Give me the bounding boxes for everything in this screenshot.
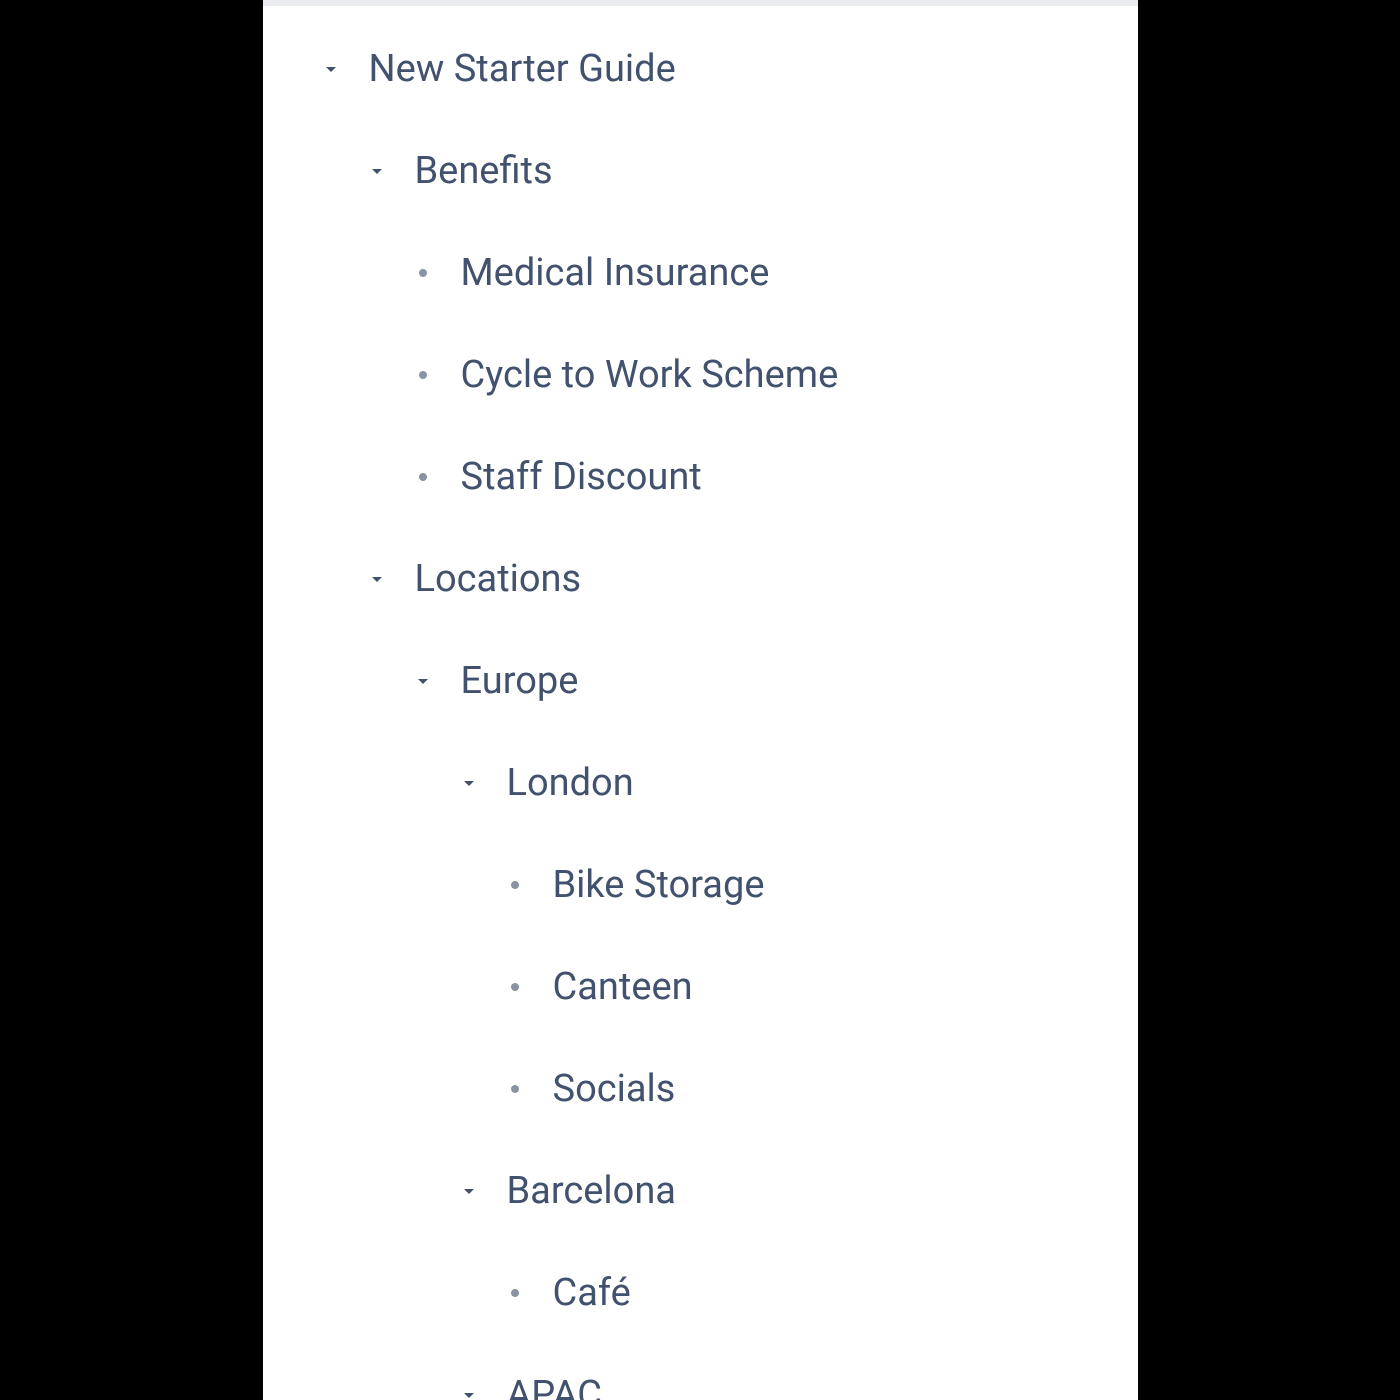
chevron-down-icon[interactable]: [449, 771, 489, 795]
tree-item-europe[interactable]: Europe: [263, 630, 1138, 732]
tree-item-label: Staff Discount: [443, 455, 702, 499]
tree-item-bike-storage[interactable]: Bike Storage: [263, 834, 1138, 936]
tree-item-label: New Starter Guide: [351, 47, 676, 91]
tree-item-benefits[interactable]: Benefits: [263, 120, 1138, 222]
bullet-icon: [495, 881, 535, 889]
tree-item-label: Canteen: [535, 965, 693, 1009]
bullet-icon: [495, 983, 535, 991]
bullet-icon: [403, 473, 443, 481]
bullet-icon: [495, 1085, 535, 1093]
page-tree: New Starter Guide Benefits Medical Insur…: [263, 6, 1138, 1400]
tree-item-cafe[interactable]: Café: [263, 1242, 1138, 1344]
tree-panel: New Starter Guide Benefits Medical Insur…: [263, 0, 1138, 1400]
bullet-icon: [403, 269, 443, 277]
tree-item-staff-discount[interactable]: Staff Discount: [263, 426, 1138, 528]
tree-item-label: London: [489, 761, 634, 805]
tree-item-label: Bike Storage: [535, 863, 765, 907]
tree-item-label: Socials: [535, 1067, 676, 1111]
chevron-down-icon[interactable]: [449, 1179, 489, 1203]
tree-item-barcelona[interactable]: Barcelona: [263, 1140, 1138, 1242]
bullet-icon: [495, 1289, 535, 1297]
tree-item-label: Benefits: [397, 149, 553, 193]
tree-item-label: Café: [535, 1271, 631, 1315]
tree-item-label: Barcelona: [489, 1169, 676, 1213]
chevron-down-icon[interactable]: [357, 159, 397, 183]
tree-item-label: Cycle to Work Scheme: [443, 353, 839, 397]
tree-item-cycle-to-work-scheme[interactable]: Cycle to Work Scheme: [263, 324, 1138, 426]
tree-item-label: Europe: [443, 659, 579, 703]
chevron-down-icon[interactable]: [403, 669, 443, 693]
tree-item-label: Medical Insurance: [443, 251, 770, 295]
bullet-icon: [403, 371, 443, 379]
tree-item-medical-insurance[interactable]: Medical Insurance: [263, 222, 1138, 324]
tree-item-new-starter-guide[interactable]: New Starter Guide: [263, 18, 1138, 120]
chevron-down-icon[interactable]: [357, 567, 397, 591]
tree-item-socials[interactable]: Socials: [263, 1038, 1138, 1140]
chevron-down-icon[interactable]: [311, 57, 351, 81]
tree-item-canteen[interactable]: Canteen: [263, 936, 1138, 1038]
tree-item-apac[interactable]: APAC: [263, 1344, 1138, 1400]
chevron-down-icon[interactable]: [449, 1383, 489, 1400]
tree-item-london[interactable]: London: [263, 732, 1138, 834]
tree-item-label: Locations: [397, 557, 582, 601]
tree-item-locations[interactable]: Locations: [263, 528, 1138, 630]
tree-item-label: APAC: [489, 1373, 603, 1400]
